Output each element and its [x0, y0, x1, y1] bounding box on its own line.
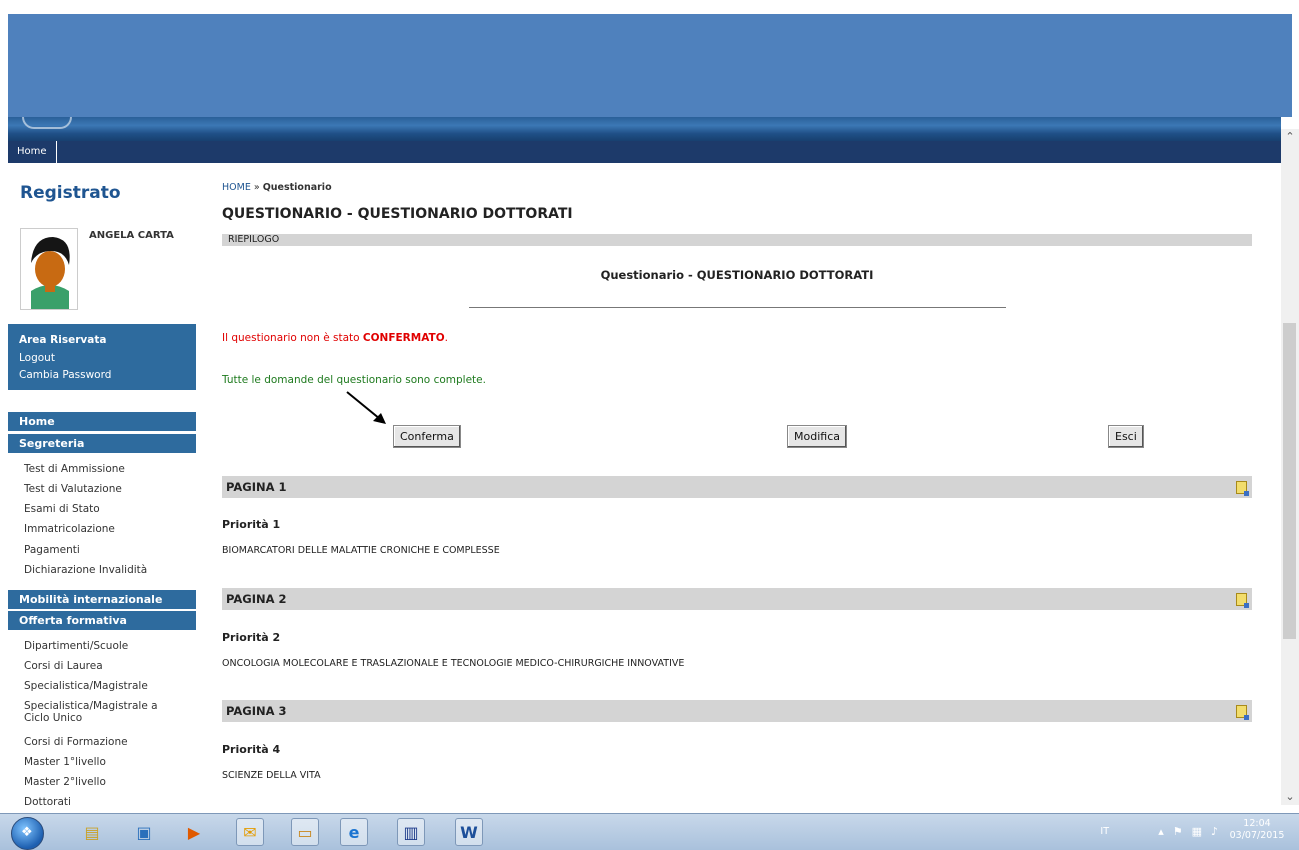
sidebar-item-pagamenti[interactable]: Pagamenti [24, 544, 80, 556]
windows-taskbar: ❖ ▤ ▣ ▶ ✉ ▭ e ▥ W IT ▴⚑▦♪ 12:04 03/07/20… [0, 813, 1299, 850]
sidebar-item-master-2[interactable]: Master 2°livello [24, 776, 106, 788]
media-player-icon[interactable]: ▶ [180, 818, 208, 846]
status-highlight: CONFERMATO [362, 332, 445, 344]
priority-label: Priorità 4 [222, 743, 281, 756]
scroll-down-icon[interactable]: ⌄ [1281, 789, 1299, 805]
sidebar-item-immatricolazione[interactable]: Immatricolazione [24, 523, 115, 535]
page-section-2: PAGINA 2 [222, 588, 1252, 610]
sidebar-item-test-valutazione[interactable]: Test di Valutazione [24, 483, 122, 495]
sidebar-section-mobilita[interactable]: Mobilità internazionale [8, 590, 196, 609]
edit-page-icon[interactable] [1236, 705, 1249, 720]
nav-home-link[interactable]: Home [8, 141, 57, 163]
avatar [20, 228, 78, 310]
sidebar-item-specialistica[interactable]: Specialistica/Magistrale [24, 680, 148, 692]
reserved-area-title: Area Riservata [19, 334, 107, 346]
page-section-3: PAGINA 3 [222, 700, 1252, 722]
pointer-arrow-icon [346, 391, 386, 424]
sidebar-item-invalidita[interactable]: Dichiarazione Invalidità [24, 564, 147, 576]
breadcrumb-current: Questionario [262, 182, 332, 193]
exit-button[interactable]: Esci [1108, 425, 1144, 448]
tray-icons[interactable]: ▴⚑▦♪ [1158, 825, 1227, 838]
sidebar-item-dottorati[interactable]: Dottorati [24, 796, 71, 808]
page-section-1: PAGINA 1 [222, 476, 1252, 498]
internet-explorer-icon[interactable]: e [340, 818, 368, 846]
confirm-button[interactable]: Conferma [393, 425, 461, 448]
sidebar-item-test-ammissione[interactable]: Test di Ammissione [24, 463, 125, 475]
word-icon[interactable]: W [455, 818, 483, 846]
breadcrumb-home-link[interactable]: HOME [222, 182, 251, 193]
logo-arc [22, 117, 72, 129]
sidebar-item-dipartimenti[interactable]: Dipartimenti/Scuole [24, 640, 128, 652]
sidebar-section-segreteria[interactable]: Segreteria [8, 434, 196, 453]
outlook-icon[interactable]: ✉ [236, 818, 264, 846]
user-name: ANGELA CARTA [89, 230, 174, 241]
edit-button[interactable]: Modifica [787, 425, 847, 448]
answer-text: SCIENZE DELLA VITA [222, 770, 321, 781]
change-password-link[interactable]: Cambia Password [19, 369, 111, 381]
computer-icon[interactable]: ▣ [130, 818, 158, 846]
avatar-icon [21, 229, 77, 309]
breadcrumb-separator: » [250, 182, 263, 193]
sidebar-item-home[interactable]: Home [8, 412, 196, 431]
edit-page-icon[interactable] [1236, 593, 1249, 608]
priority-label: Priorità 2 [222, 631, 281, 644]
page-label: PAGINA 2 [226, 592, 287, 606]
status-suffix: . [444, 332, 448, 344]
sidebar-item-esami-stato[interactable]: Esami di Stato [24, 503, 100, 515]
divider [469, 307, 1006, 308]
answer-text: BIOMARCATORI DELLE MALATTIE CRONICHE E C… [222, 545, 500, 556]
header-banner [8, 14, 1292, 117]
clock-date: 03/07/2015 [1229, 830, 1285, 841]
page-label: PAGINA 3 [226, 704, 287, 718]
reserved-area-box: Area Riservata Logout Cambia Password [8, 324, 196, 390]
sidebar-item-corsi-formazione[interactable]: Corsi di Formazione [24, 736, 128, 748]
scroll-up-icon[interactable]: ⌃ [1281, 129, 1299, 145]
sidebar-section-offerta[interactable]: Offerta formativa [8, 611, 196, 630]
sidebar-title: Registrato [20, 183, 121, 203]
logout-link[interactable]: Logout [19, 352, 55, 364]
breadcrumb: HOME » Questionario [222, 182, 332, 193]
start-button[interactable]: ❖ [11, 817, 44, 850]
questionnaire-subtitle: Questionario - QUESTIONARIO DOTTORATI [600, 268, 874, 282]
summary-bar: RIEPILOGO [222, 234, 1252, 246]
header-strip [8, 117, 1281, 141]
sidebar-item-ciclo-unico[interactable]: Specialistica/Magistrale a Ciclo Unico [24, 700, 158, 724]
language-indicator[interactable]: IT [1100, 826, 1109, 837]
edit-page-icon[interactable] [1236, 481, 1249, 496]
clock-time: 12:04 [1243, 818, 1271, 829]
page-scrollbar[interactable]: ⌃ ⌄ [1281, 129, 1299, 805]
status-prefix: Il questionario non è stato [222, 332, 363, 344]
page-label: PAGINA 1 [226, 480, 287, 494]
file-explorer-icon[interactable]: ▤ [78, 818, 106, 846]
answer-text: ONCOLOGIA MOLECOLARE E TRASLAZIONALE E T… [222, 658, 685, 669]
priority-label: Priorità 1 [222, 518, 281, 531]
sidebar-item-ciclo-unico-line2: Ciclo Unico [24, 712, 83, 724]
sidebar-item-ciclo-unico-line1: Specialistica/Magistrale a [24, 700, 158, 712]
sidebar-item-master-1[interactable]: Master 1°livello [24, 756, 106, 768]
complete-message: Tutte le domande del questionario sono c… [222, 374, 486, 386]
status-message: Il questionario non è stato CONFERMATO. [222, 332, 448, 344]
sidebar-item-corsi-laurea[interactable]: Corsi di Laurea [24, 660, 103, 672]
top-navbar: Home [8, 141, 1281, 163]
folder-icon[interactable]: ▭ [291, 818, 319, 846]
university-portal-icon[interactable]: ▥ [397, 818, 425, 846]
page-title: QUESTIONARIO - QUESTIONARIO DOTTORATI [222, 206, 573, 222]
clock[interactable]: 12:04 03/07/2015 [1227, 818, 1287, 842]
scroll-thumb[interactable] [1283, 323, 1296, 639]
